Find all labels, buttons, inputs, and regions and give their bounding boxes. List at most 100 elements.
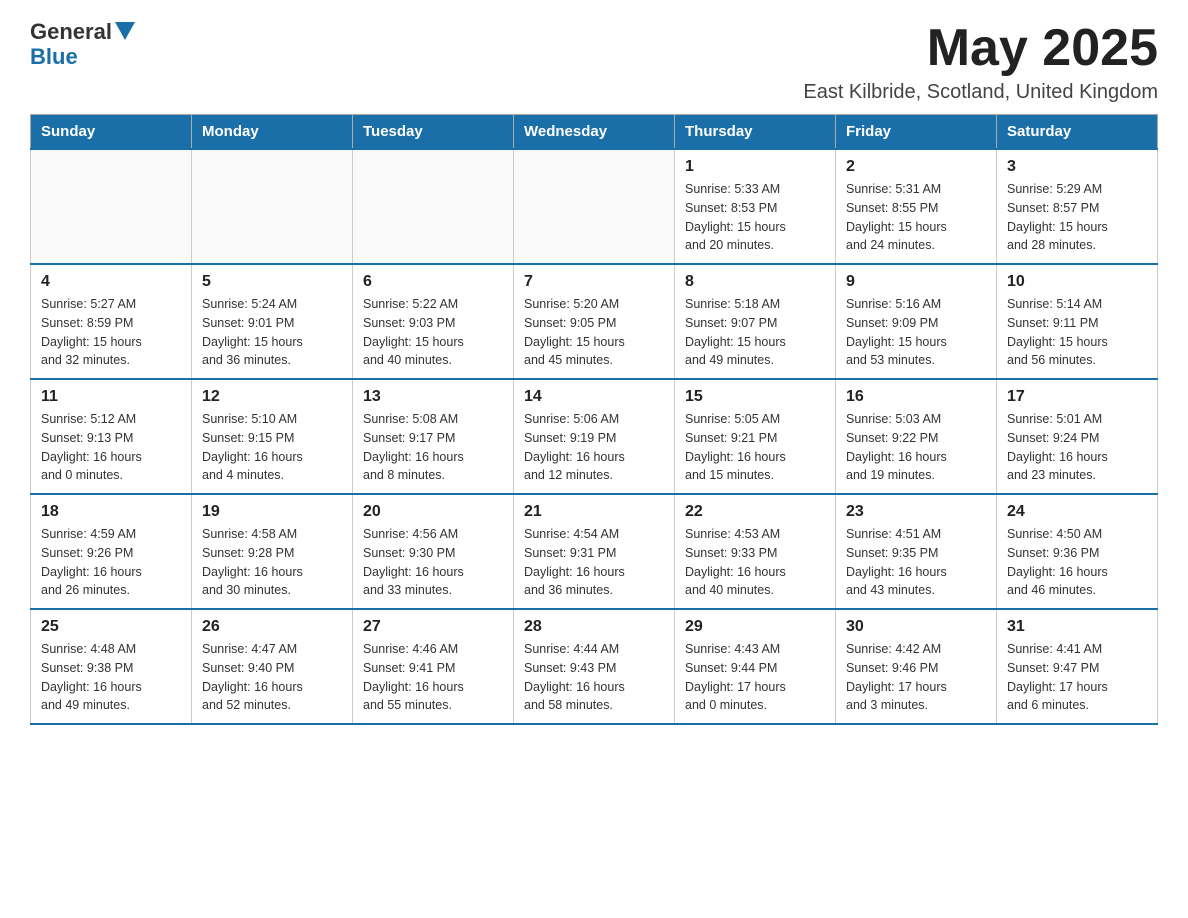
day-number: 26 (202, 618, 342, 636)
month-year-title: May 2025 (803, 20, 1158, 77)
calendar-cell: 14 Sunrise: 5:06 AM Sunset: 9:19 PM Dayli… (514, 379, 675, 494)
day-number: 5 (202, 273, 342, 291)
day-detail: Sunrise: 5:05 AM Sunset: 9:21 PM Dayligh… (685, 410, 825, 485)
day-detail: Sunrise: 5:10 AM Sunset: 9:15 PM Dayligh… (202, 410, 342, 485)
day-detail: Sunrise: 4:54 AM Sunset: 9:31 PM Dayligh… (524, 525, 664, 600)
day-detail: Sunrise: 5:08 AM Sunset: 9:17 PM Dayligh… (363, 410, 503, 485)
calendar-cell: 7 Sunrise: 5:20 AM Sunset: 9:05 PM Daylig… (514, 264, 675, 379)
day-detail: Sunrise: 5:06 AM Sunset: 9:19 PM Dayligh… (524, 410, 664, 485)
calendar-cell: 26 Sunrise: 4:47 AM Sunset: 9:40 PM Dayli… (192, 609, 353, 724)
day-number: 16 (846, 388, 986, 406)
day-detail: Sunrise: 4:42 AM Sunset: 9:46 PM Dayligh… (846, 640, 986, 715)
day-number: 21 (524, 503, 664, 521)
day-number: 29 (685, 618, 825, 636)
day-number: 28 (524, 618, 664, 636)
weekday-header-row: SundayMondayTuesdayWednesdayThursdayFrid… (31, 115, 1158, 150)
day-number: 1 (685, 158, 825, 176)
day-detail: Sunrise: 4:53 AM Sunset: 9:33 PM Dayligh… (685, 525, 825, 600)
calendar-week-row: 1Sunrise: 5:33 AM Sunset: 8:53 PM Daylig… (31, 149, 1158, 264)
day-detail: Sunrise: 5:18 AM Sunset: 9:07 PM Dayligh… (685, 295, 825, 370)
calendar-cell: 13 Sunrise: 5:08 AM Sunset: 9:17 PM Dayli… (353, 379, 514, 494)
calendar-cell: 23 Sunrise: 4:51 AM Sunset: 9:35 PM Dayli… (836, 494, 997, 609)
logo-text-blue: Blue (30, 44, 78, 69)
calendar-cell: 31 Sunrise: 4:41 AM Sunset: 9:47 PM Dayli… (997, 609, 1158, 724)
calendar-cell: 3Sunrise: 5:29 AM Sunset: 8:57 PM Daylig… (997, 149, 1158, 264)
day-detail: Sunrise: 5:16 AM Sunset: 9:09 PM Dayligh… (846, 295, 986, 370)
day-detail: Sunrise: 4:56 AM Sunset: 9:30 PM Dayligh… (363, 525, 503, 600)
day-number: 30 (846, 618, 986, 636)
day-detail: Sunrise: 5:20 AM Sunset: 9:05 PM Dayligh… (524, 295, 664, 370)
day-detail: Sunrise: 5:24 AM Sunset: 9:01 PM Dayligh… (202, 295, 342, 370)
day-detail: Sunrise: 4:46 AM Sunset: 9:41 PM Dayligh… (363, 640, 503, 715)
calendar-week-row: 25 Sunrise: 4:48 AM Sunset: 9:38 PM Dayli… (31, 609, 1158, 724)
day-number: 15 (685, 388, 825, 406)
weekday-header-sunday: Sunday (31, 115, 192, 150)
calendar-cell: 21 Sunrise: 4:54 AM Sunset: 9:31 PM Dayli… (514, 494, 675, 609)
day-number: 19 (202, 503, 342, 521)
calendar-cell (192, 149, 353, 264)
calendar-cell: 5 Sunrise: 5:24 AM Sunset: 9:01 PM Daylig… (192, 264, 353, 379)
day-number: 14 (524, 388, 664, 406)
day-number: 23 (846, 503, 986, 521)
day-detail: Sunrise: 5:22 AM Sunset: 9:03 PM Dayligh… (363, 295, 503, 370)
weekday-header-monday: Monday (192, 115, 353, 150)
weekday-header-saturday: Saturday (997, 115, 1158, 150)
day-detail: Sunrise: 5:14 AM Sunset: 9:11 PM Dayligh… (1007, 295, 1147, 370)
day-detail: Sunrise: 4:47 AM Sunset: 9:40 PM Dayligh… (202, 640, 342, 715)
day-detail: Sunrise: 4:41 AM Sunset: 9:47 PM Dayligh… (1007, 640, 1147, 715)
day-detail: Sunrise: 4:59 AM Sunset: 9:26 PM Dayligh… (41, 525, 181, 600)
weekday-header-friday: Friday (836, 115, 997, 150)
day-detail: Sunrise: 5:03 AM Sunset: 9:22 PM Dayligh… (846, 410, 986, 485)
calendar-cell: 16 Sunrise: 5:03 AM Sunset: 9:22 PM Dayli… (836, 379, 997, 494)
calendar-cell: 6 Sunrise: 5:22 AM Sunset: 9:03 PM Daylig… (353, 264, 514, 379)
calendar-cell: 11Sunrise: 5:12 AM Sunset: 9:13 PM Dayli… (31, 379, 192, 494)
calendar-cell: 30 Sunrise: 4:42 AM Sunset: 9:46 PM Dayli… (836, 609, 997, 724)
day-detail: Sunrise: 4:51 AM Sunset: 9:35 PM Dayligh… (846, 525, 986, 600)
day-number: 11 (41, 388, 181, 406)
day-detail: Sunrise: 5:31 AM Sunset: 8:55 PM Dayligh… (846, 180, 986, 255)
day-detail: Sunrise: 5:01 AM Sunset: 9:24 PM Dayligh… (1007, 410, 1147, 485)
day-detail: Sunrise: 4:50 AM Sunset: 9:36 PM Dayligh… (1007, 525, 1147, 600)
day-detail: Sunrise: 4:48 AM Sunset: 9:38 PM Dayligh… (41, 640, 181, 715)
day-number: 12 (202, 388, 342, 406)
day-number: 9 (846, 273, 986, 291)
calendar-cell: 10 Sunrise: 5:14 AM Sunset: 9:11 PM Dayli… (997, 264, 1158, 379)
day-number: 2 (846, 158, 986, 176)
day-number: 31 (1007, 618, 1147, 636)
day-number: 13 (363, 388, 503, 406)
calendar-week-row: 18Sunrise: 4:59 AM Sunset: 9:26 PM Dayli… (31, 494, 1158, 609)
calendar-cell: 20Sunrise: 4:56 AM Sunset: 9:30 PM Dayli… (353, 494, 514, 609)
day-number: 4 (41, 273, 181, 291)
calendar-cell (353, 149, 514, 264)
weekday-header-thursday: Thursday (675, 115, 836, 150)
day-number: 6 (363, 273, 503, 291)
calendar-cell (514, 149, 675, 264)
page-header: General Blue May 2025 East Kilbride, Sco… (30, 20, 1158, 104)
calendar-cell: 27Sunrise: 4:46 AM Sunset: 9:41 PM Dayli… (353, 609, 514, 724)
day-number: 3 (1007, 158, 1147, 176)
calendar-table: SundayMondayTuesdayWednesdayThursdayFrid… (30, 114, 1158, 725)
day-detail: Sunrise: 5:27 AM Sunset: 8:59 PM Dayligh… (41, 295, 181, 370)
calendar-cell: 24Sunrise: 4:50 AM Sunset: 9:36 PM Dayli… (997, 494, 1158, 609)
logo: General Blue (30, 20, 135, 69)
calendar-cell: 1Sunrise: 5:33 AM Sunset: 8:53 PM Daylig… (675, 149, 836, 264)
calendar-cell (31, 149, 192, 264)
logo-text-general: General (30, 20, 112, 44)
day-number: 17 (1007, 388, 1147, 406)
calendar-cell: 12 Sunrise: 5:10 AM Sunset: 9:15 PM Dayli… (192, 379, 353, 494)
logo-triangle-icon (115, 22, 135, 40)
weekday-header-tuesday: Tuesday (353, 115, 514, 150)
calendar-cell: 22Sunrise: 4:53 AM Sunset: 9:33 PM Dayli… (675, 494, 836, 609)
calendar-cell: 9 Sunrise: 5:16 AM Sunset: 9:09 PM Daylig… (836, 264, 997, 379)
calendar-cell: 2 Sunrise: 5:31 AM Sunset: 8:55 PM Daylig… (836, 149, 997, 264)
calendar-cell: 19 Sunrise: 4:58 AM Sunset: 9:28 PM Dayli… (192, 494, 353, 609)
location-subtitle: East Kilbride, Scotland, United Kingdom (803, 81, 1158, 104)
day-detail: Sunrise: 4:58 AM Sunset: 9:28 PM Dayligh… (202, 525, 342, 600)
day-number: 10 (1007, 273, 1147, 291)
day-number: 7 (524, 273, 664, 291)
calendar-cell: 18Sunrise: 4:59 AM Sunset: 9:26 PM Dayli… (31, 494, 192, 609)
calendar-cell: 8 Sunrise: 5:18 AM Sunset: 9:07 PM Daylig… (675, 264, 836, 379)
day-number: 25 (41, 618, 181, 636)
day-number: 8 (685, 273, 825, 291)
calendar-cell: 29Sunrise: 4:43 AM Sunset: 9:44 PM Dayli… (675, 609, 836, 724)
